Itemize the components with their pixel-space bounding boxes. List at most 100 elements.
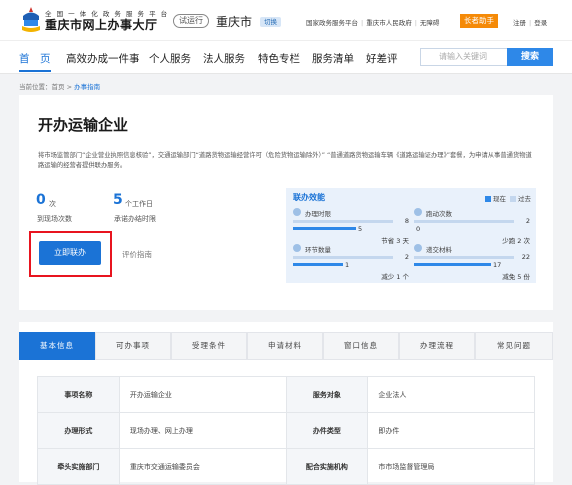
page-title: 开办运输企业 — [38, 116, 129, 134]
metric-label: 环节数量 — [305, 246, 331, 254]
metric-trips: 跑动次数 2 0 少跑 2 次 — [414, 208, 530, 246]
current-city: 重庆市 — [216, 15, 253, 29]
steps-icon — [293, 244, 301, 252]
trial-badge: 试运行 — [173, 14, 209, 28]
nav-special-columns[interactable]: 特色专栏 — [258, 51, 300, 66]
breadcrumb-prefix: 当前位置： — [19, 83, 52, 91]
tab-available-items[interactable]: 可办事项 — [95, 332, 171, 360]
breadcrumb: 当前位置：首页 > 办事指南 — [19, 81, 100, 91]
tab-conditions[interactable]: 受理条件 — [171, 332, 247, 360]
document-icon — [414, 244, 422, 252]
top-header: 全 国 一 体 化 政 务 服 务 平 台 重庆市网上办事大厅 试运行 重庆市 … — [0, 0, 572, 40]
metric-value-past: 2 — [404, 253, 409, 261]
apply-now-button[interactable]: 立即联办 — [39, 241, 101, 265]
visits-count: 0 — [36, 192, 46, 208]
divider: | — [529, 19, 532, 27]
breadcrumb-current: 办事指南 — [74, 83, 101, 91]
nav-corporate-services[interactable]: 法人服务 — [203, 51, 245, 66]
metric-steps: 环节数量 2 1 减少 1 个 — [293, 244, 409, 282]
evaluate-guide-link[interactable]: 评价指南 — [122, 249, 152, 260]
account-links: 注册 | 登录 — [513, 17, 547, 27]
visits-unit: 次 — [49, 200, 56, 208]
metric-saving-note: 减少 1 个 — [381, 273, 409, 281]
main-nav: 首 页 高效办成一件事 个人服务 法人服务 特色专栏 服务清单 好差评 请输入关… — [0, 40, 572, 74]
tab-basic-info[interactable]: 基本信息 — [19, 332, 95, 360]
clock-icon — [293, 208, 301, 216]
metric-bar-past — [414, 256, 514, 259]
top-links: 国家政务服务平台 | 重庆市人民政府 | 无障碍 — [306, 17, 439, 27]
legend-now-label: 现在 — [493, 195, 506, 203]
metric-bar-past — [414, 220, 514, 223]
efficiency-legend: 现在 过去 — [485, 193, 531, 203]
site-title[interactable]: 重庆市网上办事大厅 — [45, 16, 158, 33]
metric-bar-now — [414, 263, 491, 266]
table-value: 市市场监督管理局 — [367, 448, 535, 485]
nav-service-list[interactable]: 服务清单 — [312, 51, 354, 66]
link-city-government[interactable]: 重庆市人民政府 — [366, 19, 412, 27]
table-value: 即办件 — [367, 412, 535, 449]
table-value: 重庆市交通运输委员会 — [118, 448, 287, 485]
tab-window-info[interactable]: 窗口信息 — [323, 332, 399, 360]
nav-evaluation[interactable]: 好差评 — [366, 51, 398, 66]
metric-value-past: 22 — [521, 253, 530, 261]
elder-assistant-button[interactable]: 长者助手 — [460, 14, 498, 28]
legend-past-label: 过去 — [518, 195, 531, 203]
metric-processing-time: 办理时限 8 5 节省 3 天 — [293, 208, 409, 246]
metric-label: 办理时限 — [305, 210, 331, 218]
time-limit-count: 5 — [113, 192, 123, 208]
run-icon — [414, 208, 422, 216]
metric-value-now: 5 — [358, 225, 363, 233]
divider: | — [361, 19, 364, 27]
tab-materials[interactable]: 申请材料 — [247, 332, 323, 360]
table-value: 开办运输企业 — [118, 376, 287, 413]
table-row: 办理形式 现场办理、网上办理 办件类型 即办件 — [37, 412, 535, 449]
switch-city-button[interactable]: 切换 — [260, 17, 281, 27]
table-key: 服务对象 — [285, 376, 369, 413]
efficiency-title: 联办效能 — [293, 193, 325, 202]
table-row: 牵头实施部门 重庆市交通运输委员会 配合实施机构 市市场监督管理局 — [37, 448, 535, 485]
nav-active-indicator — [19, 70, 51, 72]
link-national-platform[interactable]: 国家政务服务平台 — [306, 19, 358, 27]
table-key: 办件类型 — [285, 412, 369, 449]
nav-home[interactable]: 首 页 — [19, 51, 51, 66]
visits-label: 到现场次数 — [37, 215, 72, 223]
table-value: 企业法人 — [367, 376, 535, 413]
nav-personal-services[interactable]: 个人服务 — [149, 51, 191, 66]
metric-bar-now — [293, 263, 343, 266]
tab-process[interactable]: 办理流程 — [399, 332, 475, 360]
emblem-logo-icon[interactable] — [20, 6, 42, 34]
item-overview-card: 开办运输企业 将市场监管部门“企业营业执照信息核验”，交通运输部门“道路货物运输… — [19, 95, 553, 310]
metric-documents: 递交材料 22 17 减免 5 份 — [414, 244, 530, 282]
detail-tabs: 基本信息 可办事项 受理条件 申请材料 窗口信息 办理流程 常见问题 — [19, 332, 553, 360]
table-key: 事项名称 — [37, 376, 120, 413]
item-description: 将市场监管部门“企业营业执照信息核验”，交通运输部门“道路货物运输经营许可（危险… — [38, 152, 532, 169]
metric-bar-now — [293, 227, 356, 230]
basic-info-table: 事项名称 开办运输企业 服务对象 企业法人 办理形式 现场办理、网上办理 办件类… — [37, 376, 535, 485]
metric-value-now: 17 — [493, 261, 502, 269]
metric-bar-past — [293, 220, 393, 223]
metric-value-past: 2 — [525, 217, 530, 225]
table-key: 牵头实施部门 — [37, 448, 120, 485]
tab-faq[interactable]: 常见问题 — [475, 332, 553, 360]
login-link[interactable]: 登录 — [534, 19, 547, 27]
metric-label: 递交材料 — [426, 246, 452, 254]
table-row: 事项名称 开办运输企业 服务对象 企业法人 — [37, 376, 535, 413]
time-limit-label: 承诺办结时限 — [114, 215, 156, 223]
search-button[interactable]: 搜索 — [507, 48, 553, 66]
link-accessibility[interactable]: 无障碍 — [420, 19, 440, 27]
time-limit-unit: 个工作日 — [125, 200, 153, 208]
nav-one-thing[interactable]: 高效办成一件事 — [66, 51, 140, 66]
legend-past-swatch — [510, 196, 516, 202]
item-detail-card: 基本信息 可办事项 受理条件 申请材料 窗口信息 办理流程 常见问题 事项名称 … — [19, 322, 553, 485]
efficiency-panel: 联办效能 现在 过去 办理时限 8 5 节省 3 天 跑动次数 2 0 少跑 2 … — [286, 188, 536, 283]
search-input[interactable]: 请输入关键词 — [420, 48, 508, 66]
divider: | — [414, 19, 417, 27]
register-link[interactable]: 注册 — [513, 19, 526, 27]
table-key: 配合实施机构 — [285, 448, 369, 485]
breadcrumb-separator: > — [64, 83, 75, 91]
table-value: 现场办理、网上办理 — [118, 412, 287, 449]
breadcrumb-home[interactable]: 首页 — [52, 83, 65, 91]
metric-saving-note: 减免 5 份 — [502, 273, 530, 281]
metric-value-past: 8 — [404, 217, 409, 225]
legend-now-swatch — [485, 196, 491, 202]
